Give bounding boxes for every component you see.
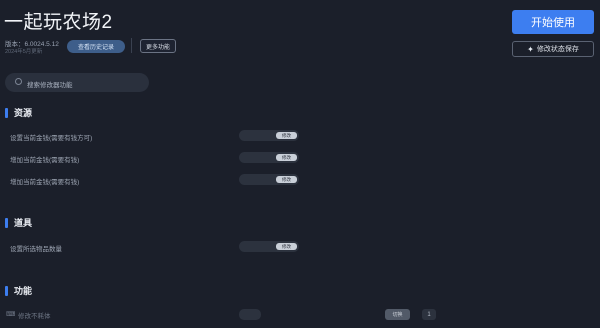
value-number[interactable]: 1 bbox=[422, 309, 436, 320]
more-features-button[interactable]: 更多功能 bbox=[140, 39, 176, 53]
row-label: 增加当前金钱(需要有钱) bbox=[10, 157, 80, 164]
row-label: 设置当前金钱(需要有钱方可) bbox=[10, 135, 93, 142]
save-state-label: 修改状态保存 bbox=[536, 46, 579, 53]
section-resources-title: 资源 bbox=[14, 108, 33, 118]
value-field[interactable] bbox=[239, 309, 261, 320]
value-field[interactable]: 修改 bbox=[239, 130, 299, 141]
sparkle-icon: ✦ bbox=[527, 44, 534, 54]
section-items: 道具 bbox=[5, 216, 32, 229]
value-field[interactable]: 修改 bbox=[239, 174, 299, 185]
search-placeholder: 搜索修改器功能 bbox=[27, 82, 73, 89]
section-functions-title: 功能 bbox=[14, 286, 33, 296]
section-functions: 功能 bbox=[5, 284, 32, 297]
start-button[interactable]: 开始使用 bbox=[512, 10, 594, 34]
history-button[interactable]: 查看历史记录 bbox=[67, 40, 125, 53]
value-field[interactable]: 修改 bbox=[239, 152, 299, 163]
search-input[interactable]: 搜索修改器功能 bbox=[5, 73, 149, 92]
section-resources: 资源 bbox=[5, 106, 32, 119]
section-items-title: 道具 bbox=[14, 218, 33, 228]
modify-button[interactable]: 修改 bbox=[276, 132, 297, 139]
save-state-button[interactable]: ✦ 修改状态保存 bbox=[512, 41, 594, 57]
hotkey-icon: ⌨ bbox=[6, 311, 16, 318]
modify-button[interactable]: 修改 bbox=[276, 154, 297, 161]
modify-button[interactable]: 修改 bbox=[276, 176, 297, 183]
section-marker bbox=[5, 107, 8, 118]
toggle-button[interactable]: 切换 bbox=[385, 309, 410, 320]
update-text: 2024年5月更新 bbox=[5, 49, 43, 55]
divider bbox=[131, 38, 132, 53]
modify-button[interactable]: 修改 bbox=[276, 243, 297, 250]
row-label: 设置所选物品数量 bbox=[10, 246, 62, 253]
app-title: 一起玩农场2 bbox=[4, 12, 113, 33]
row-label: 修改不耗体 bbox=[18, 313, 51, 320]
section-marker bbox=[5, 217, 8, 228]
search-icon bbox=[15, 78, 22, 85]
value-field[interactable]: 修改 bbox=[239, 241, 299, 252]
row-label: 增加当前金钱(需要有钱) bbox=[10, 179, 80, 186]
section-marker bbox=[5, 285, 8, 296]
